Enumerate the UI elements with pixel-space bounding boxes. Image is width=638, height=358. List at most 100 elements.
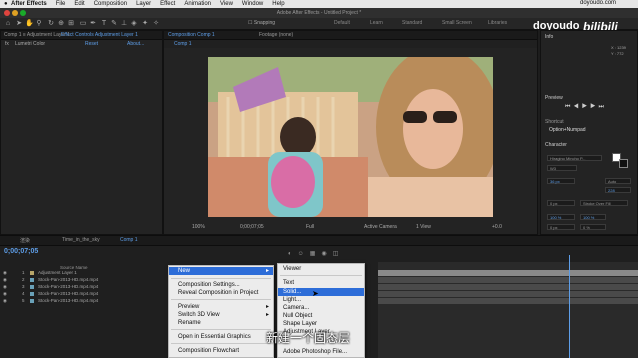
motion-blur-icon[interactable]: ◉ — [321, 251, 332, 257]
menu-item-text[interactable]: Text — [278, 279, 364, 287]
menu-item-shape-layer[interactable]: Shape Layer — [278, 320, 364, 328]
selection-tool-icon[interactable]: ➤ — [15, 20, 23, 28]
menu-effect[interactable]: Effect — [160, 1, 175, 7]
tab-composition[interactable]: Composition Comp 1 — [168, 32, 215, 38]
layer-bar[interactable] — [378, 291, 638, 298]
camera-tool-icon[interactable]: ⊕ — [57, 20, 65, 28]
roto-brush-tool-icon[interactable]: ✦ — [141, 20, 149, 28]
menu-item-rename[interactable]: Rename — [169, 319, 273, 327]
menu-file[interactable]: File — [56, 1, 66, 7]
effect-about-link[interactable]: About... — [127, 41, 144, 47]
layer-bar[interactable] — [378, 277, 638, 284]
zoom-window-button[interactable] — [20, 10, 26, 16]
playhead[interactable] — [569, 255, 570, 358]
visibility-eye-icon[interactable]: ◉ — [3, 284, 7, 290]
layer-label-color[interactable] — [30, 299, 34, 303]
workspace-libraries[interactable]: Libraries — [488, 20, 507, 26]
timeline-tracks[interactable] — [378, 262, 638, 358]
menu-item-camera[interactable]: Camera... — [278, 304, 364, 312]
play-icon[interactable]: ▶ — [582, 104, 590, 110]
visibility-eye-icon[interactable]: ◉ — [3, 291, 7, 297]
workspace-standard[interactable]: Standard — [402, 20, 422, 26]
menu-item-composition-settings[interactable]: Composition Settings... — [169, 281, 273, 289]
pen-tool-icon[interactable]: ✒ — [89, 20, 97, 28]
comp-timecode[interactable]: 0;00;07;05 — [240, 224, 264, 230]
timeline-timecode[interactable]: 0;00;07;05 — [4, 248, 38, 255]
menu-item-viewer[interactable]: Viewer — [278, 265, 364, 273]
layer-name[interactable]: Adjustment Layer 1 — [38, 270, 77, 275]
tsume-field[interactable]: 0 % — [580, 224, 606, 230]
layer-name[interactable]: Stock-Pan-2013-HD.mp4.mp4 — [38, 284, 98, 289]
menu-item-photoshop-file[interactable]: Adobe Photoshop File... — [278, 348, 364, 356]
layer-row[interactable]: ◉ 2 Stock-Pan-2013-HD.mp4.mp4 — [0, 277, 168, 284]
menu-item-light[interactable]: Light... — [278, 296, 364, 304]
minimize-window-button[interactable] — [12, 10, 18, 16]
camera-dropdown[interactable]: Active Camera — [364, 224, 397, 230]
workspace-default[interactable]: Default — [334, 20, 350, 26]
stroke-width-field[interactable]: 0 px — [547, 200, 575, 206]
layer-bar[interactable] — [378, 298, 638, 305]
menu-view[interactable]: View — [220, 1, 233, 7]
menu-layer[interactable]: Layer — [136, 1, 151, 7]
tracking-field[interactable]: 228 — [605, 187, 631, 193]
graph-editor-icon[interactable]: ◫ — [333, 251, 345, 257]
layer-name[interactable]: Stock-Pan-2013-HD.mp4.mp4 — [38, 298, 98, 303]
zoom-tool-icon[interactable]: ⚲ — [35, 20, 43, 28]
layer-label-color[interactable] — [30, 271, 34, 275]
draft-3d-icon[interactable]: ◐ — [288, 251, 298, 257]
prev-frame-icon[interactable]: ◀ — [573, 104, 581, 110]
comp-subtab[interactable]: Comp 1 — [174, 41, 192, 47]
menu-animation[interactable]: Animation — [184, 1, 211, 7]
visibility-eye-icon[interactable]: ◉ — [3, 298, 7, 304]
shortcut-dropdown[interactable]: Option+Numpad — [549, 127, 586, 133]
menu-edit[interactable]: Edit — [74, 1, 84, 7]
menu-item-composition-flowchart[interactable]: Composition Flowchart — [169, 347, 273, 355]
tab-effect-controls[interactable]: Effect Controls Adjustment Layer 1 — [61, 32, 138, 38]
font-family-dropdown[interactable]: Hiragino Mincho P... — [547, 155, 602, 161]
font-size-field[interactable]: 36 px — [547, 178, 575, 184]
font-style-dropdown[interactable]: W3 — [547, 165, 577, 171]
tab-comp-1[interactable]: Comp 1 — [120, 237, 138, 243]
clone-stamp-tool-icon[interactable]: ⊥ — [120, 20, 128, 28]
apple-icon[interactable]: ● — [4, 1, 11, 7]
layer-label-color[interactable] — [30, 292, 34, 296]
layer-label-color[interactable] — [30, 278, 34, 282]
menu-item-new[interactable]: New ▸ — [169, 267, 273, 275]
layer-label-color[interactable] — [30, 285, 34, 289]
layer-row[interactable]: ◉ 1 Adjustment Layer 1 — [0, 270, 168, 277]
pan-behind-tool-icon[interactable]: ⊞ — [67, 20, 75, 28]
menu-help[interactable]: Help — [272, 1, 284, 7]
tab-render-queue[interactable]: 渲染 — [20, 237, 30, 244]
workspace-learn[interactable]: Learn — [370, 20, 383, 26]
composition-viewer[interactable] — [208, 57, 493, 217]
layer-name[interactable]: Stock-Pan-2013-HD.mp4.mp4 — [38, 277, 98, 282]
hand-tool-icon[interactable]: ✋ — [25, 20, 34, 28]
layer-bar[interactable] — [378, 284, 638, 291]
horizontal-scale-field[interactable]: 100 % — [580, 214, 606, 220]
last-frame-icon[interactable]: ⏭ — [598, 104, 606, 110]
close-window-button[interactable] — [4, 10, 10, 16]
frame-blend-icon[interactable]: ▦ — [310, 251, 322, 257]
resolution-dropdown[interactable]: Full — [306, 224, 314, 230]
views-dropdown[interactable]: 1 View — [416, 224, 431, 230]
stroke-mode-dropdown[interactable]: Stroke Over Fill — [580, 200, 628, 206]
layer-row[interactable]: ◉ 3 Stock-Pan-2013-HD.mp4.mp4 — [0, 284, 168, 291]
zoom-dropdown[interactable]: 100% — [192, 224, 205, 230]
layer-row[interactable]: ◉ 4 Stock-Pan-2013-HD.mp4.mp4 — [0, 291, 168, 298]
layer-name[interactable]: Stock-Pan-2013-HD.mp4.mp4 — [38, 291, 98, 296]
type-tool-icon[interactable]: T — [100, 20, 108, 28]
workspace-small-screen[interactable]: Small Screen — [442, 20, 472, 26]
exposure-value[interactable]: +0.0 — [492, 224, 502, 230]
home-icon[interactable]: ⌂ — [4, 20, 12, 28]
snapping-checkbox[interactable]: ☐ Snapping — [248, 20, 275, 26]
menu-item-solid[interactable]: Solid... — [278, 288, 364, 296]
leading-field[interactable]: Auto — [605, 178, 631, 184]
eraser-tool-icon[interactable]: ◈ — [130, 20, 138, 28]
tab-footage[interactable]: Footage (none) — [259, 32, 293, 38]
menu-item-preview[interactable]: Preview ▸ — [169, 303, 273, 311]
puppet-tool-icon[interactable]: ✧ — [152, 20, 160, 28]
menu-composition[interactable]: Composition — [94, 1, 127, 7]
menu-item-switch-3d-view[interactable]: Switch 3D View ▸ — [169, 311, 273, 319]
menu-app[interactable]: After Effects — [11, 1, 47, 7]
visibility-eye-icon[interactable]: ◉ — [3, 270, 7, 276]
